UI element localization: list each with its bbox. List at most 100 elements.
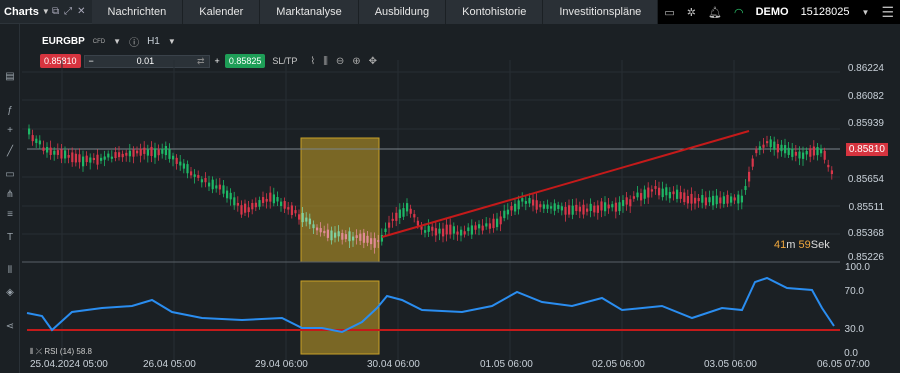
candle-body	[640, 193, 643, 201]
candle-body	[182, 163, 185, 169]
share-icon[interactable]: ⋖	[3, 320, 17, 334]
candle-body	[636, 192, 639, 198]
candle-body	[676, 189, 679, 199]
candle-body	[524, 201, 527, 204]
line-tool-icon[interactable]: ╱	[3, 145, 17, 159]
tab-kontohistorie[interactable]: Kontohistorie	[446, 0, 544, 24]
new-window-icon[interactable]: ⧉	[52, 6, 59, 17]
rsi-level: 100.0	[844, 262, 870, 273]
candle-body	[784, 145, 787, 154]
candle-body	[42, 147, 45, 151]
candle-body	[661, 188, 664, 198]
candle-body	[535, 200, 538, 210]
candle-body	[449, 224, 452, 235]
candle-body	[722, 196, 725, 204]
candle-body	[492, 218, 495, 229]
candle-body	[280, 201, 283, 207]
fibonacci-icon[interactable]: ≡	[3, 208, 17, 222]
timeframe-chevron-icon[interactable]: ▼	[168, 37, 176, 46]
tab-nachrichten[interactable]: Nachrichten	[91, 0, 184, 24]
rsi-label[interactable]: ⦀ ⤫ RSI (14) 58.8	[30, 347, 92, 357]
candle-body	[128, 150, 131, 157]
candle-body	[726, 194, 729, 204]
account-number[interactable]: 15128025	[801, 6, 850, 18]
candle-body	[431, 226, 434, 231]
candle-body	[701, 195, 704, 203]
price-chart[interactable]	[22, 60, 840, 360]
candle-body	[276, 197, 279, 202]
candle-body	[773, 141, 776, 150]
candle-body	[269, 192, 272, 202]
text-tool-icon[interactable]: T	[3, 231, 17, 245]
layout-icon[interactable]: ▭	[664, 6, 674, 19]
chart-type-icon[interactable]: ▤	[3, 70, 17, 84]
symbol-name[interactable]: EURGBP	[42, 36, 85, 47]
bell-icon[interactable]: 🔔︎	[708, 6, 722, 19]
candle-body	[503, 210, 506, 219]
candle-body	[794, 151, 797, 156]
tab-marktanalyse[interactable]: Marktanalyse	[260, 0, 359, 24]
candle-body	[110, 156, 113, 159]
candle-body	[758, 146, 761, 150]
candle-body	[298, 214, 301, 220]
candle-body	[244, 203, 247, 213]
candle-body	[373, 238, 376, 248]
candle-body	[308, 218, 311, 225]
time-tick: 25.04.2024 05:00	[30, 359, 108, 370]
candle-body	[319, 228, 322, 233]
candle-body	[600, 201, 603, 211]
candle-body	[690, 193, 693, 204]
tab-kalender[interactable]: Kalender	[183, 0, 261, 24]
candle-body	[233, 197, 236, 206]
candle-body	[132, 149, 135, 157]
time-tick: 01.05 06:00	[480, 359, 533, 370]
symbol-chevron-icon[interactable]: ▼	[113, 37, 121, 46]
candle-body	[258, 200, 261, 207]
tab-investitionsplaene[interactable]: Investitionspläne	[543, 0, 659, 24]
crosshair-icon[interactable]: +	[3, 124, 17, 138]
candle-body	[89, 157, 92, 163]
info-icon[interactable]: ⓘ	[129, 34, 139, 49]
timer-minutes: 41	[774, 239, 787, 251]
candle-body	[456, 231, 459, 235]
indicators-icon[interactable]: ⦀	[3, 264, 17, 278]
candle-body	[578, 206, 581, 212]
layers-icon[interactable]: ◈	[3, 286, 17, 300]
candle-body	[564, 206, 567, 215]
candle-body	[114, 152, 117, 159]
pitchfork-icon[interactable]: ⋔	[3, 188, 17, 202]
signal-icon[interactable]: ✲	[687, 6, 696, 19]
candle-body	[197, 175, 200, 178]
rectangle-tool-icon[interactable]: ▭	[3, 168, 17, 182]
candle-body	[496, 218, 499, 228]
candle-body	[769, 139, 772, 148]
candle-body	[355, 235, 358, 239]
candle-body	[121, 153, 124, 158]
price-tick: 0.85654	[847, 174, 884, 185]
expand-icon[interactable]: ⤢	[64, 6, 72, 17]
candle-body	[604, 202, 607, 212]
candle-body	[704, 197, 707, 206]
candle-body	[56, 150, 59, 155]
candle-body	[766, 141, 769, 144]
candle-body	[575, 204, 578, 212]
close-icon[interactable]: ✕	[77, 6, 85, 17]
function-icon[interactable]: ƒ	[3, 104, 17, 118]
tab-ausbildung[interactable]: Ausbildung	[358, 0, 447, 24]
candle-body	[74, 153, 77, 163]
candle-body	[748, 171, 751, 182]
candle-body	[798, 151, 801, 159]
menu-icon[interactable]: ☰	[881, 4, 894, 21]
charts-menu[interactable]: Charts ▼	[0, 6, 50, 18]
candle-body	[337, 231, 340, 237]
price-tick: 0.86082	[847, 91, 884, 102]
price-tick: 0.85368	[847, 228, 884, 239]
account-chevron-icon[interactable]: ▼	[862, 8, 870, 17]
candle-body	[96, 154, 99, 165]
timeframe[interactable]: H1	[147, 36, 160, 47]
candle-body	[812, 146, 815, 156]
candle-body	[787, 147, 790, 155]
candle-body	[607, 204, 610, 209]
candle-body	[211, 179, 214, 190]
candle-body	[719, 197, 722, 204]
